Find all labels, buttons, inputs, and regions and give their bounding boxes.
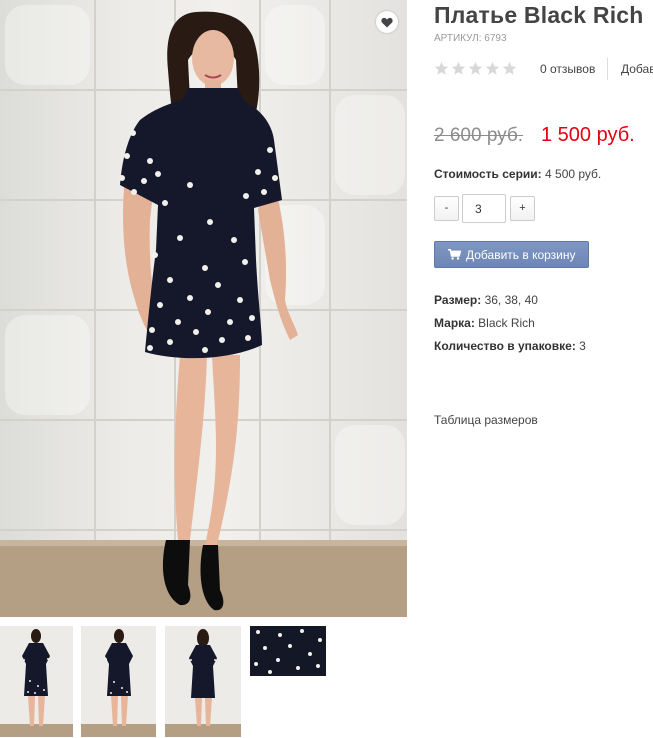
pack-quantity-value: 3 xyxy=(579,339,586,353)
wishlist-button[interactable] xyxy=(376,11,398,33)
old-price: 2 600 руб. xyxy=(434,125,524,146)
rating-divider xyxy=(607,58,608,80)
star-icon[interactable] xyxy=(502,61,517,76)
thumbnail-detail-image xyxy=(250,626,326,676)
series-cost-label: Стоимость серии: xyxy=(434,167,542,181)
pack-quantity-row: Количество в упаковке: 3 xyxy=(434,339,586,353)
size-table-link[interactable]: Таблица размеров xyxy=(434,413,538,427)
size-label: Размер: xyxy=(434,293,482,307)
rating-stars[interactable] xyxy=(434,61,517,76)
star-icon[interactable] xyxy=(485,61,500,76)
size-value: 36, 38, 40 xyxy=(484,293,538,307)
thumbnail-4[interactable] xyxy=(250,626,326,676)
brand-row: Марка: Black Rich xyxy=(434,316,535,330)
thumbnail-side-image xyxy=(81,626,156,737)
reviews-count-link[interactable]: 0 отзывов xyxy=(540,62,595,76)
brand-value: Black Rich xyxy=(478,316,535,330)
star-icon[interactable] xyxy=(434,61,449,76)
cart-icon xyxy=(448,249,461,260)
star-icon[interactable] xyxy=(451,61,466,76)
new-price: 1 500 руб. xyxy=(541,124,635,146)
add-to-cart-button[interactable]: Добавить в корзину xyxy=(434,241,589,268)
model-photo-illustration xyxy=(0,0,407,617)
heart-icon xyxy=(381,17,393,27)
pack-quantity-label: Количество в упаковке: xyxy=(434,339,576,353)
star-icon[interactable] xyxy=(468,61,483,76)
quantity-increase-button[interactable]: + xyxy=(510,196,535,221)
series-cost-value: 4 500 руб. xyxy=(545,167,602,181)
quantity-decrease-button[interactable]: - xyxy=(434,196,459,221)
quantity-input[interactable] xyxy=(462,194,506,223)
thumbnail-2[interactable] xyxy=(81,626,156,737)
thumbnail-front-image xyxy=(0,626,73,737)
brand-label: Марка: xyxy=(434,316,475,330)
add-to-cart-label: Добавить в корзину xyxy=(466,247,576,262)
thumbnail-3[interactable] xyxy=(165,626,241,737)
series-cost: Стоимость серии: 4 500 руб. xyxy=(434,167,601,181)
product-main-photo[interactable] xyxy=(0,0,407,617)
thumbnail-1[interactable] xyxy=(0,626,73,737)
product-sku: АРТИКУЛ: 6793 xyxy=(434,33,507,44)
thumbnail-back-image xyxy=(165,626,241,737)
add-review-link[interactable]: Добав xyxy=(621,62,653,76)
size-row: Размер: 36, 38, 40 xyxy=(434,293,538,307)
product-title: Платье Black Rich xyxy=(434,2,644,28)
rating-row: 0 отзывов Добав xyxy=(434,58,653,82)
